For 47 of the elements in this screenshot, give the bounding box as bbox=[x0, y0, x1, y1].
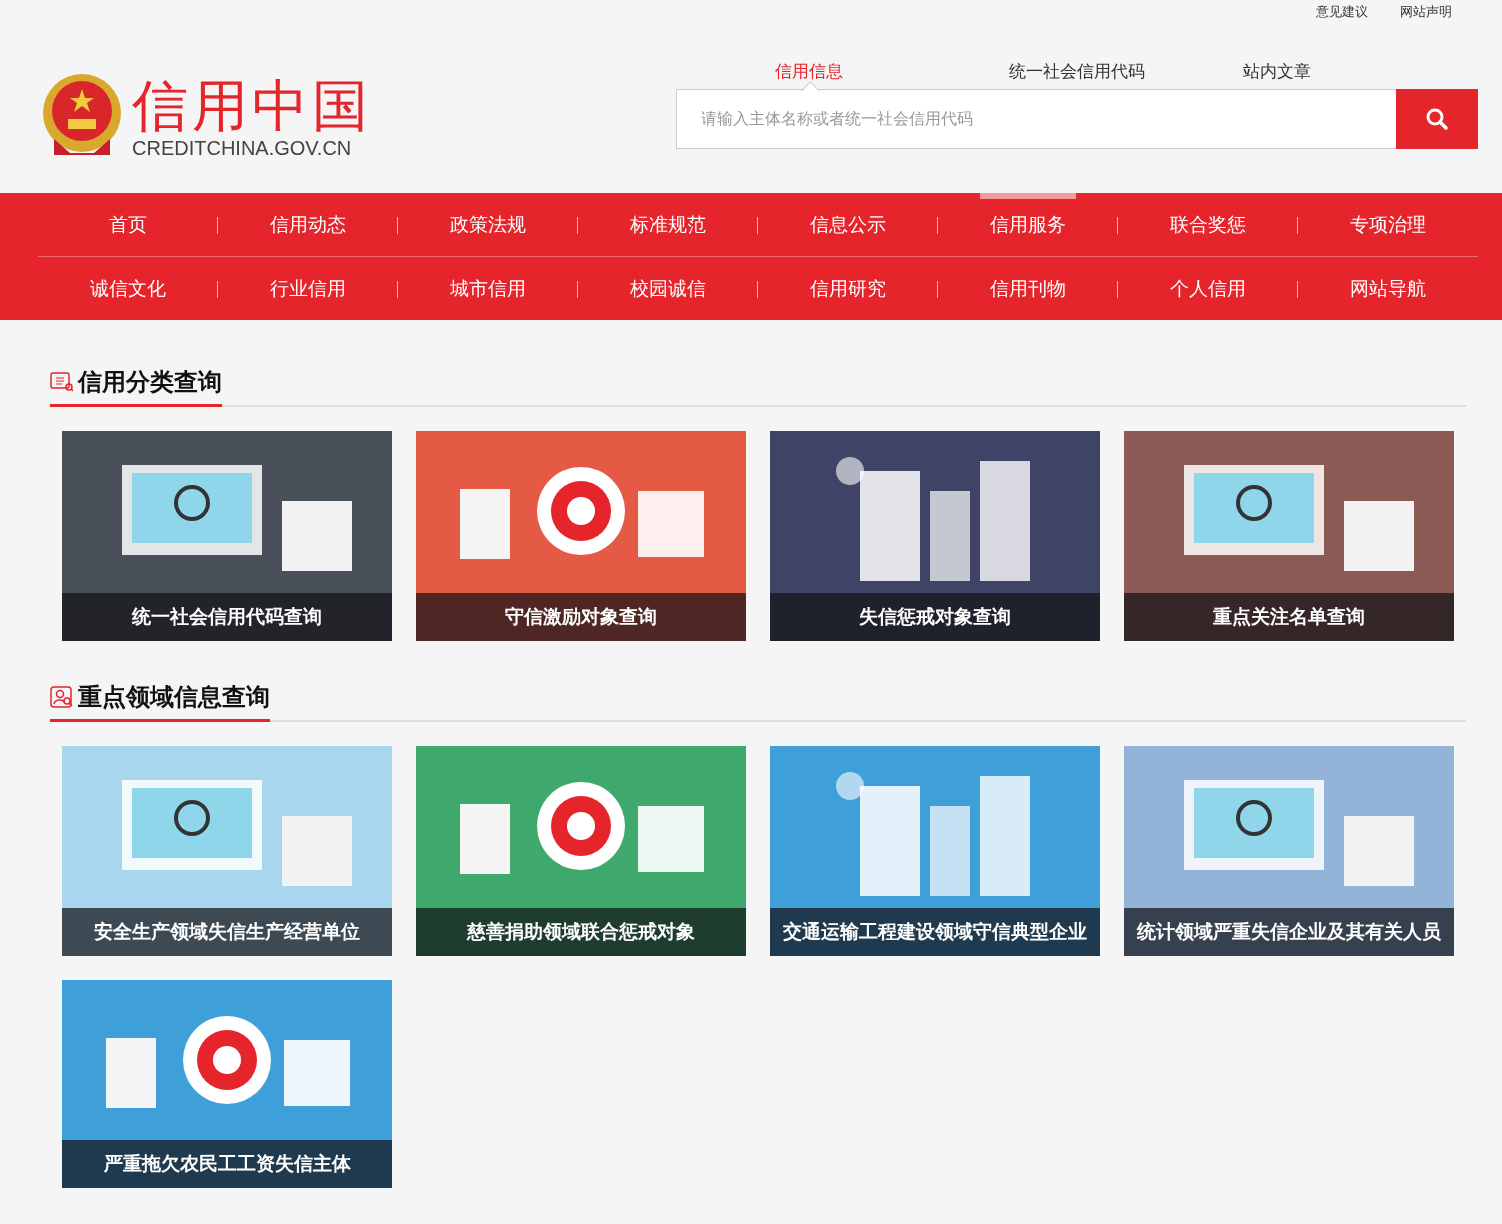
top-link[interactable]: 网站声明 bbox=[1400, 3, 1452, 23]
top-link[interactable]: 意见建议 bbox=[1316, 3, 1368, 23]
search-tab[interactable]: 站内文章 bbox=[1204, 51, 1438, 89]
nav-item[interactable]: 专项治理 bbox=[1298, 193, 1478, 256]
nav-item[interactable]: 信用刊物 bbox=[938, 257, 1118, 320]
logo-subtitle: CREDITCHINA.GOV.CN bbox=[132, 137, 353, 159]
query-card[interactable]: 守信激励对象查询 bbox=[416, 431, 746, 641]
nav-item[interactable]: 行业信用 bbox=[218, 257, 398, 320]
nav-item[interactable]: 政策法规 bbox=[398, 193, 578, 256]
card-caption: 守信激励对象查询 bbox=[416, 593, 746, 641]
query-card[interactable]: 失信惩戒对象查询 bbox=[770, 431, 1100, 641]
query-card[interactable]: 慈善捐助领域联合惩戒对象 bbox=[416, 746, 746, 956]
card-caption: 统一社会信用代码查询 bbox=[62, 593, 392, 641]
nav-item[interactable]: 标准规范 bbox=[578, 193, 758, 256]
query-card[interactable]: 重点关注名单查询 bbox=[1124, 431, 1454, 641]
section-title: 信用分类查询 bbox=[78, 367, 222, 397]
card-caption: 交通运输工程建设领域守信典型企业 bbox=[770, 908, 1100, 956]
nav-item[interactable]: 首页 bbox=[38, 193, 218, 256]
card-caption: 安全生产领域失信生产经营单位 bbox=[62, 908, 392, 956]
query-card[interactable]: 统一社会信用代码查询 bbox=[62, 431, 392, 641]
section-title: 重点领域信息查询 bbox=[78, 682, 270, 712]
nav-item[interactable]: 信息公示 bbox=[758, 193, 938, 256]
search-tab[interactable]: 统一社会信用代码 bbox=[970, 51, 1204, 89]
nav-item[interactable]: 校园诚信 bbox=[578, 257, 758, 320]
query-card[interactable]: 严重拖欠农民工工资失信主体 bbox=[62, 980, 392, 1188]
nav-item[interactable]: 网站导航 bbox=[1298, 257, 1478, 320]
search-button[interactable] bbox=[1396, 89, 1478, 149]
nav-item[interactable]: 信用动态 bbox=[218, 193, 398, 256]
query-card[interactable]: 安全生产领域失信生产经营单位 bbox=[62, 746, 392, 956]
nav-item[interactable]: 个人信用 bbox=[1118, 257, 1298, 320]
query-card[interactable]: 统计领域严重失信企业及其有关人员 bbox=[1124, 746, 1454, 956]
search-field[interactable]: 请输入主体名称或者统一社会信用代码 bbox=[676, 89, 1396, 149]
nav-item[interactable]: 信用研究 bbox=[758, 257, 938, 320]
card-caption: 慈善捐助领域联合惩戒对象 bbox=[416, 908, 746, 956]
query-card[interactable]: 交通运输工程建设领域守信典型企业 bbox=[770, 746, 1100, 956]
person-search-icon bbox=[50, 686, 74, 708]
logo-title: 信用中国 bbox=[132, 75, 372, 137]
credit-search-icon bbox=[50, 372, 74, 392]
card-caption: 严重拖欠农民工工资失信主体 bbox=[62, 1140, 392, 1188]
card-caption: 重点关注名单查询 bbox=[1124, 593, 1454, 641]
search-icon bbox=[1425, 107, 1449, 131]
card-caption: 失信惩戒对象查询 bbox=[770, 593, 1100, 641]
card-caption: 统计领域严重失信企业及其有关人员 bbox=[1124, 908, 1454, 956]
nav-item[interactable]: 信用服务 bbox=[938, 193, 1118, 256]
nav-item[interactable]: 诚信文化 bbox=[38, 257, 218, 320]
nav-item[interactable]: 城市信用 bbox=[398, 257, 578, 320]
nav-item[interactable]: 联合奖惩 bbox=[1118, 193, 1298, 256]
